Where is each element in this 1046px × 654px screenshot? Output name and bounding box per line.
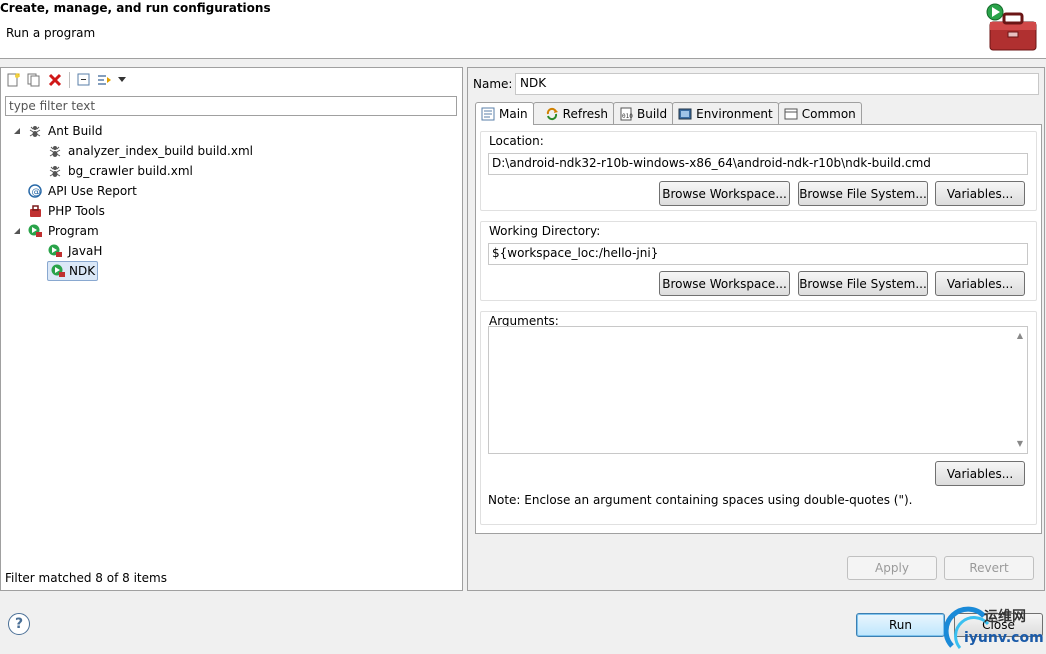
- refresh-icon: [544, 106, 560, 122]
- arguments-note: Note: Enclose an argument containing spa…: [488, 493, 913, 507]
- scroll-up-icon[interactable]: ▲: [1015, 331, 1025, 341]
- tab-build[interactable]: 010 Build: [612, 102, 674, 124]
- tab-label: Build: [636, 106, 668, 121]
- location-browse-workspace-button[interactable]: Browse Workspace...: [659, 181, 790, 206]
- tab-common[interactable]: Common: [777, 102, 862, 124]
- ant-icon: [47, 143, 63, 159]
- arguments-group: Arguments: ▲ ▼ Variables... Note: Enclos…: [480, 311, 1037, 525]
- tree-item-label: Ant Build: [48, 124, 103, 138]
- tree-item-php-tools[interactable]: PHP Tools: [11, 201, 107, 221]
- common-icon: [783, 106, 799, 122]
- tree-item-label: JavaH: [68, 244, 103, 258]
- name-field[interactable]: NDK: [515, 73, 1039, 95]
- arguments-textarea[interactable]: ▲ ▼: [488, 326, 1028, 454]
- close-button[interactable]: Close: [954, 613, 1043, 637]
- tab-label: Common: [801, 106, 856, 121]
- tree-item-label: analyzer_index_build build.xml: [68, 144, 253, 158]
- tree-item-label: NDK: [69, 264, 96, 278]
- config-editor-pane: Name: NDK Main Refresh 010 Build Environ…: [467, 67, 1045, 591]
- configurations-pane: Ant Build analyzer_index_build build.xml…: [0, 67, 463, 591]
- tree-item-selected: NDK: [47, 261, 99, 281]
- tree-item-label: bg_crawler build.xml: [68, 164, 193, 178]
- name-label: Name:: [473, 77, 513, 91]
- dialog-header: Create, manage, and run configurations R…: [0, 0, 1046, 59]
- configurations-toolbar: [4, 70, 127, 90]
- delete-config-icon[interactable]: [46, 71, 64, 89]
- scroll-down-icon[interactable]: ▼: [1015, 439, 1025, 449]
- run-button[interactable]: Run: [856, 613, 945, 637]
- filter-input[interactable]: [5, 96, 457, 116]
- api-report-icon: @: [27, 183, 43, 199]
- location-variables-button[interactable]: Variables...: [935, 181, 1025, 206]
- arguments-variables-button[interactable]: Variables...: [935, 461, 1025, 486]
- location-browse-file-system-button[interactable]: Browse File System...: [798, 181, 928, 206]
- program-icon: [50, 263, 66, 279]
- program-icon: [27, 223, 43, 239]
- tree-item-api-use-report[interactable]: @ API Use Report: [11, 181, 139, 201]
- tree-item-label: Program: [48, 224, 99, 238]
- environment-icon: [677, 106, 693, 122]
- tab-label: Environment: [696, 106, 773, 121]
- ant-icon: [27, 123, 43, 139]
- tab-label: Refresh: [562, 106, 608, 121]
- main-tab-icon: [480, 106, 496, 122]
- tree-item-analyzer-index-build[interactable]: analyzer_index_build build.xml: [31, 141, 255, 161]
- working-directory-field[interactable]: ${workspace_loc:/hello-jni}: [488, 243, 1028, 265]
- tab-refresh[interactable]: Refresh: [532, 102, 614, 124]
- apply-button[interactable]: Apply: [847, 556, 937, 580]
- program-icon: [47, 243, 63, 259]
- help-icon[interactable]: ?: [8, 613, 30, 635]
- revert-button[interactable]: Revert: [944, 556, 1034, 580]
- tree-item-label: PHP Tools: [48, 204, 105, 218]
- workdir-browse-workspace-button[interactable]: Browse Workspace...: [659, 271, 790, 296]
- working-directory-label: Working Directory:: [489, 224, 601, 238]
- filter-status: Filter matched 8 of 8 items: [5, 571, 167, 585]
- main-tab-content: Location: D:\android-ndk32-r10b-windows-…: [475, 124, 1042, 534]
- chevron-down-icon[interactable]: [117, 71, 127, 89]
- build-icon: 010: [618, 106, 634, 122]
- tree-item-program[interactable]: Program: [11, 221, 101, 241]
- workdir-variables-button[interactable]: Variables...: [935, 271, 1025, 296]
- workdir-browse-file-system-button[interactable]: Browse File System...: [798, 271, 928, 296]
- tab-environment[interactable]: Environment: [672, 102, 779, 124]
- location-group: Location: D:\android-ndk32-r10b-windows-…: [480, 131, 1037, 211]
- filter-config-icon[interactable]: [96, 71, 114, 89]
- working-directory-group: Working Directory: ${workspace_loc:/hell…: [480, 221, 1037, 301]
- new-config-icon[interactable]: [4, 71, 22, 89]
- tree-item-javah[interactable]: JavaH: [31, 241, 104, 261]
- dialog-title: Create, manage, and run configurations: [0, 1, 271, 15]
- svg-text:010: 010: [622, 113, 633, 120]
- ant-icon: [47, 163, 63, 179]
- tab-main[interactable]: Main: [475, 102, 534, 125]
- collapse-all-icon[interactable]: [75, 71, 93, 89]
- svg-text:@: @: [32, 188, 41, 198]
- location-field[interactable]: D:\android-ndk32-r10b-windows-x86_64\and…: [488, 153, 1028, 175]
- tree-item-ant-build[interactable]: Ant Build: [11, 121, 104, 141]
- config-tabs: Main Refresh 010 Build Environment Commo…: [475, 102, 862, 125]
- toolbar-separator: [69, 72, 70, 88]
- tree-item-label: API Use Report: [48, 184, 137, 198]
- toolbox-run-icon: [984, 2, 1040, 56]
- duplicate-config-icon[interactable]: [25, 71, 43, 89]
- expand-arrow-icon[interactable]: [11, 125, 23, 137]
- tree-item-ndk[interactable]: NDK: [31, 261, 99, 281]
- tree-item-bg-crawler[interactable]: bg_crawler build.xml: [31, 161, 195, 181]
- dialog-subtitle: Run a program: [6, 26, 96, 40]
- php-tools-icon: [27, 203, 43, 219]
- location-label: Location:: [489, 134, 544, 148]
- tab-label: Main: [499, 107, 528, 121]
- expand-arrow-icon[interactable]: [11, 225, 23, 237]
